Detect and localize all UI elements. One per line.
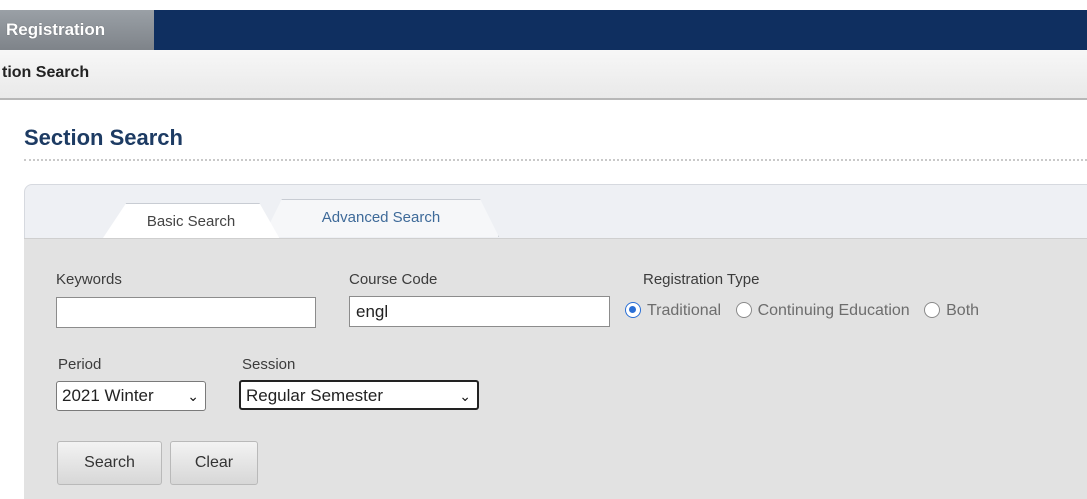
- tab-advanced-search[interactable]: Advanced Search: [263, 199, 499, 237]
- radio-option-traditional[interactable]: Traditional: [625, 302, 721, 320]
- keywords-label: Keywords: [56, 271, 122, 288]
- chevron-down-icon: ⌄: [187, 388, 199, 404]
- search-button[interactable]: Search: [57, 441, 162, 485]
- radio-label-traditional: Traditional: [647, 302, 722, 319]
- breadcrumb-strip: tion Search: [0, 50, 1087, 100]
- registration-type-label: Registration Type: [643, 271, 760, 288]
- course-code-input[interactable]: [349, 296, 610, 327]
- radio-both[interactable]: [924, 302, 941, 318]
- radio-label-both: Both: [946, 302, 980, 319]
- breadcrumb: tion Search: [2, 64, 90, 81]
- period-select[interactable]: 2021 Winter ⌄: [56, 381, 206, 411]
- chevron-down-icon: ⌄: [459, 388, 471, 404]
- radio-traditional[interactable]: [625, 302, 641, 318]
- radio-continuing-education[interactable]: [735, 302, 752, 318]
- tab-strip: Advanced Search Basic Search: [24, 184, 1087, 241]
- title-divider: [24, 159, 1087, 161]
- nav-tab-registration[interactable]: Registration: [0, 10, 154, 52]
- period-label: Period: [58, 356, 102, 373]
- radio-option-both[interactable]: Both: [924, 302, 979, 320]
- course-code-label: Course Code: [349, 271, 438, 288]
- session-label: Session: [242, 356, 296, 373]
- keywords-input[interactable]: [56, 297, 316, 328]
- top-nav-bar: Registration: [0, 10, 1087, 52]
- clear-button[interactable]: Clear: [170, 441, 258, 485]
- tab-basic-search[interactable]: Basic Search: [101, 203, 281, 241]
- page-title: Section Search: [24, 125, 183, 150]
- radio-label-continuing-education: Continuing Education: [757, 302, 910, 319]
- registration-type-radio-group: Traditional Continuing Education Both: [625, 302, 989, 320]
- radio-option-continuing-education[interactable]: Continuing Education: [735, 302, 910, 320]
- session-select[interactable]: Regular Semester ⌄: [239, 380, 479, 410]
- session-select-value: Regular Semester: [246, 386, 384, 405]
- period-select-value: 2021 Winter: [62, 386, 154, 405]
